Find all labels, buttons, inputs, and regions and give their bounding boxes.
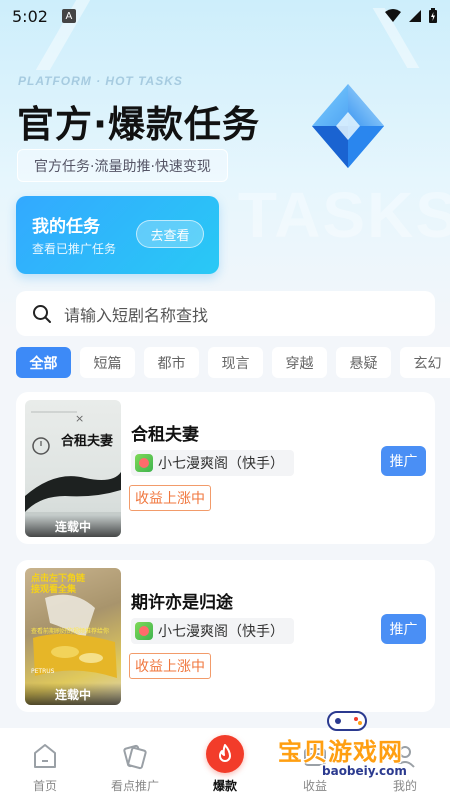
drama-cover: 点击左下角链接观看全集 查看前期刷好的视频推荐给你 PETRUS 连载中 bbox=[25, 568, 121, 705]
tab-earnings[interactable]: 收益 bbox=[270, 728, 360, 800]
tab-label: 看点推广 bbox=[110, 779, 159, 793]
category-chip-urban[interactable]: 都市 bbox=[144, 347, 199, 378]
page-title: 官方·爆款任务 bbox=[17, 103, 261, 146]
search-input[interactable]: 请输入短剧名称查找 bbox=[16, 291, 435, 336]
my-task-title: 我的任务 bbox=[32, 217, 100, 237]
category-chip-romance[interactable]: 现言 bbox=[208, 347, 263, 378]
status-time: 5:02 bbox=[12, 6, 48, 26]
search-icon bbox=[33, 304, 51, 323]
view-tasks-button[interactable]: 去查看 bbox=[136, 220, 204, 248]
task-card[interactable]: × 合租夫妻 连载中 合租夫妻 小七漫爽阁（快手） 收益上涨中 推广 bbox=[16, 392, 435, 544]
signal-icon bbox=[409, 10, 421, 22]
user-icon bbox=[395, 746, 415, 768]
drama-title: 合租夫妻 bbox=[131, 425, 199, 445]
revenue-tag: 收益上涨中 bbox=[129, 653, 211, 679]
category-chip-suspense[interactable]: 悬疑 bbox=[336, 347, 391, 378]
revenue-tag: 收益上涨中 bbox=[129, 485, 211, 511]
notification-a-icon: A bbox=[61, 9, 76, 23]
tab-label: 我的 bbox=[392, 779, 417, 793]
cover-caption-2: 查看前期刷好的视频推荐给你 bbox=[31, 628, 110, 635]
cover-caption: 点击左下角链接观看全集 bbox=[31, 574, 86, 595]
source-channel: 小七漫爽阁（快手） bbox=[131, 450, 294, 476]
category-chip-short[interactable]: 短篇 bbox=[80, 347, 135, 378]
category-tabs: 全部 短篇 都市 现言 穿越 悬疑 玄幻 bbox=[16, 347, 450, 379]
my-task-subtitle: 查看已推广任务 bbox=[32, 242, 117, 256]
task-card[interactable]: 点击左下角链接观看全集 查看前期刷好的视频推荐给你 PETRUS 连载中 期许亦… bbox=[16, 560, 435, 712]
my-task-card[interactable]: 我的任务 查看已推广任务 去查看 bbox=[16, 196, 219, 274]
tab-profile[interactable]: 我的 bbox=[360, 728, 450, 800]
promote-button[interactable]: 推广 bbox=[381, 614, 426, 644]
tab-label: 收益 bbox=[302, 779, 327, 793]
status-bar: 5:02 A bbox=[0, 0, 450, 32]
source-name: 小七漫爽阁（快手） bbox=[158, 624, 284, 640]
hero-subtitle: 官方任务·流量助推·快速变现 bbox=[17, 149, 228, 182]
cover-mark: × bbox=[75, 412, 85, 425]
category-chip-fantasy[interactable]: 玄幻 bbox=[400, 347, 450, 378]
cards-icon bbox=[123, 744, 147, 770]
category-chip-time-travel[interactable]: 穿越 bbox=[272, 347, 327, 378]
app-logo-icon bbox=[135, 454, 153, 472]
status-right-icons bbox=[384, 8, 438, 24]
bottom-tab-bar: 首页 看点推广 爆款 收益 我的 bbox=[0, 728, 450, 800]
app-logo-icon bbox=[135, 622, 153, 640]
home-icon bbox=[34, 744, 56, 768]
wifi-icon bbox=[385, 9, 401, 22]
source-name: 小七漫爽阁（快手） bbox=[158, 456, 284, 472]
cover-title: 合租夫妻 bbox=[61, 434, 114, 449]
flame-icon bbox=[206, 735, 244, 773]
tab-label: 首页 bbox=[32, 779, 57, 793]
drama-title: 期许亦是归途 bbox=[131, 593, 233, 613]
promote-button[interactable]: 推广 bbox=[381, 446, 426, 476]
hero-background-text: TASKS bbox=[237, 179, 450, 251]
cover-brand: PETRUS bbox=[31, 668, 55, 675]
tab-label: 爆款 bbox=[212, 779, 237, 793]
platform-label: PLATFORM · HOT TASKS bbox=[18, 74, 183, 88]
drama-cover: × 合租夫妻 连载中 bbox=[25, 400, 121, 537]
status-badge: 连载中 bbox=[25, 515, 121, 537]
tab-promotion[interactable]: 看点推广 bbox=[90, 728, 180, 800]
crystal-gem-icon bbox=[312, 84, 384, 168]
tab-home[interactable]: 首页 bbox=[0, 728, 90, 800]
status-badge: 连载中 bbox=[25, 683, 121, 705]
tab-hot[interactable]: 爆款 bbox=[180, 728, 270, 800]
battery-icon bbox=[429, 8, 437, 23]
category-chip-all[interactable]: 全部 bbox=[16, 347, 71, 378]
source-channel: 小七漫爽阁（快手） bbox=[131, 618, 294, 644]
wallet-icon bbox=[304, 748, 326, 766]
search-placeholder: 请输入短剧名称查找 bbox=[64, 305, 209, 325]
